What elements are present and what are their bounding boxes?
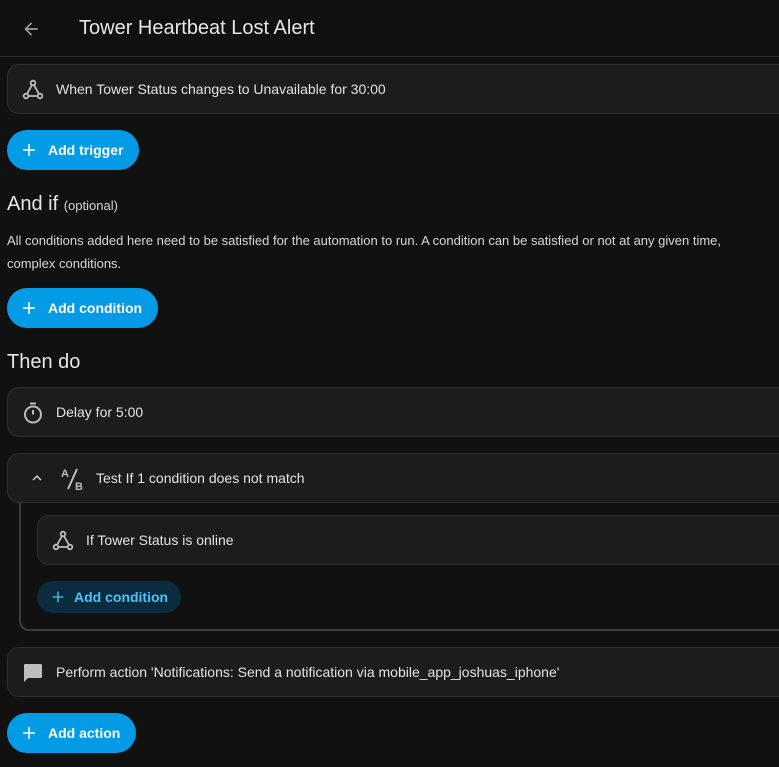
test-action-label: Test If 1 condition does not match	[96, 470, 305, 486]
trigger-label: When Tower Status changes to Unavailable…	[56, 81, 386, 97]
conditions-heading: And if (optional)	[7, 193, 118, 216]
plus-icon	[23, 144, 35, 156]
nested-add-condition-label: Add condition	[74, 589, 169, 605]
delay-action-card[interactable]: Delay for 5:00	[7, 387, 779, 437]
nested-condition-label: If Tower Status is online	[86, 532, 234, 548]
nested-condition-card[interactable]: If Tower Status is online	[37, 515, 779, 565]
condition-node-icon	[52, 530, 74, 551]
svg-text:A: A	[61, 468, 69, 480]
perform-action-card[interactable]: Perform action 'Notifications: Send a no…	[7, 647, 779, 697]
svg-text:B: B	[75, 481, 83, 492]
conditions-description-line2: complex conditions.	[7, 256, 122, 271]
add-action-button[interactable]: Add action	[7, 713, 137, 753]
test-action-card[interactable]: A B Test If 1 condition does not match	[7, 453, 779, 503]
perform-action-label: Perform action 'Notifications: Send a no…	[56, 664, 560, 680]
plus-icon	[23, 302, 35, 314]
add-trigger-button[interactable]: Add trigger	[7, 130, 140, 170]
ab-test-icon: A B	[61, 468, 83, 492]
plus-icon	[52, 591, 64, 603]
conditions-heading-text: And if	[7, 193, 59, 215]
plus-icon	[23, 727, 35, 739]
timer-icon	[24, 402, 42, 424]
nested-add-condition-button[interactable]: Add condition	[37, 581, 182, 613]
arrow-left-icon	[24, 22, 38, 36]
top-app-bar: Tower Heartbeat Lost Alert	[0, 0, 779, 57]
page-title: Tower Heartbeat Lost Alert	[79, 17, 315, 39]
add-trigger-label: Add trigger	[48, 142, 124, 158]
chevron-up-icon[interactable]	[28, 469, 46, 487]
delay-action-label: Delay for 5:00	[56, 404, 144, 420]
trigger-node-icon	[22, 79, 44, 100]
conditions-description: All conditions added here need to be sat…	[7, 229, 779, 275]
add-action-label: Add action	[48, 725, 121, 741]
trigger-card[interactable]: When Tower Status changes to Unavailable…	[7, 64, 779, 114]
conditions-description-line1: All conditions added here need to be sat…	[7, 233, 722, 248]
back-button[interactable]	[12, 10, 50, 48]
add-condition-button[interactable]: Add condition	[7, 288, 159, 328]
conditions-heading-note: (optional)	[63, 198, 118, 213]
message-icon	[24, 664, 42, 682]
actions-heading: Then do	[7, 351, 81, 373]
add-condition-label: Add condition	[48, 300, 143, 316]
